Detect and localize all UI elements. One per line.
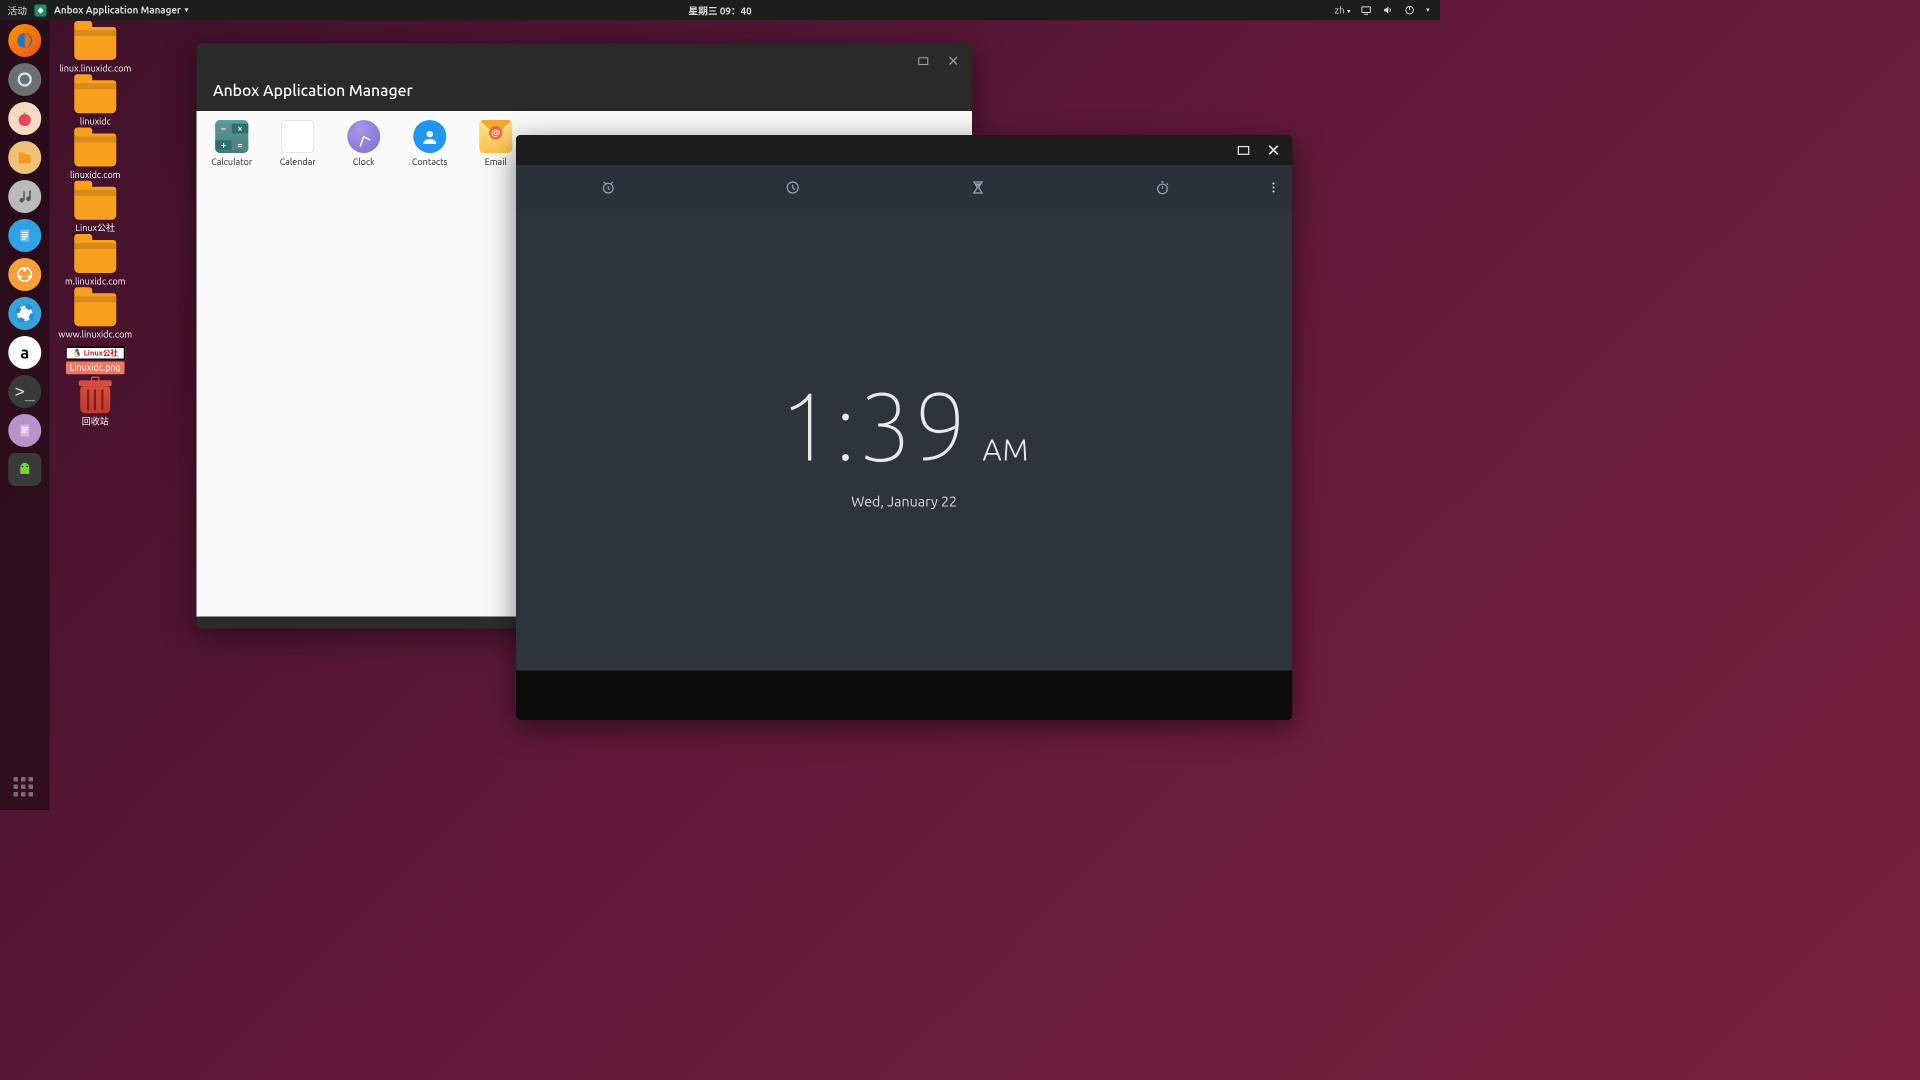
folder-icon [74, 187, 116, 220]
clock-body: 1:39 AM Wed, January 22 [516, 210, 1292, 671]
anbox-app-email[interactable]: @ Email [471, 120, 521, 167]
dock-amazon[interactable]: a [8, 336, 41, 369]
clock-icon [347, 120, 380, 153]
dock-item[interactable] [8, 102, 41, 135]
contacts-icon [413, 120, 446, 153]
email-icon: @ [479, 120, 512, 153]
folder-icon [74, 80, 116, 113]
dock-item[interactable] [8, 63, 41, 96]
desktop-icon-folder[interactable]: linuxidc [54, 80, 137, 127]
icon-label: Linux公社 [75, 223, 115, 234]
anbox-title: Anbox Application Manager [213, 78, 956, 99]
desktop-icon-folder[interactable]: Linux公社 [54, 187, 137, 234]
icon-label: m.linuxidc.com [65, 276, 125, 287]
tab-alarm[interactable] [516, 165, 701, 210]
input-method-indicator[interactable]: zh ▾ [1335, 5, 1351, 16]
dock-gedit[interactable] [8, 414, 41, 447]
activities-button[interactable]: 活动 [8, 3, 28, 17]
maximize-icon[interactable] [917, 54, 931, 68]
trash-icon [80, 380, 110, 413]
dock-software[interactable] [8, 258, 41, 291]
chevron-down-icon: ▾ [1347, 7, 1350, 15]
tab-timer[interactable] [885, 165, 1070, 210]
dock-rhythmbox[interactable] [8, 180, 41, 213]
date-display: Wed, January 22 [851, 492, 957, 509]
dock-anbox[interactable] [8, 453, 41, 486]
icon-label: linuxidc [80, 116, 111, 127]
time-ampm: AM [983, 432, 1030, 466]
app-menu-label: Anbox Application Manager [54, 5, 181, 16]
anbox-titlebar [197, 44, 973, 79]
desktop-icon-folder[interactable]: linuxidc.com [54, 134, 137, 181]
clock-tabs [516, 165, 1292, 210]
time-display: 1:39 AM [779, 372, 1029, 479]
android-nav-bar [516, 671, 1292, 721]
chevron-down-icon[interactable]: ▾ [1426, 6, 1429, 14]
close-icon[interactable] [947, 54, 961, 68]
clock-window: 1:39 AM Wed, January 22 [516, 135, 1292, 720]
icon-label: linux.linuxidc.com [59, 63, 131, 74]
clock-label[interactable]: 星期三 09：40 [688, 3, 751, 17]
time-value: 1:39 [779, 372, 969, 479]
maximize-icon[interactable] [1237, 143, 1251, 157]
app-menu[interactable]: Anbox Application Manager ▾ [54, 5, 188, 16]
gnome-top-bar: 活动 Anbox Application Manager ▾ 星期三 09：40… [0, 0, 1440, 20]
calculator-icon: −×+= [215, 120, 248, 153]
folder-icon [74, 293, 116, 326]
desktop-icons: linux.linuxidc.com linuxidc linuxidc.com Li… [54, 27, 137, 428]
dock-firefox[interactable] [8, 24, 41, 57]
show-applications-button[interactable] [12, 776, 35, 799]
screen-icon[interactable] [1361, 5, 1372, 16]
tab-stopwatch[interactable] [1070, 165, 1255, 210]
clock-titlebar [516, 135, 1292, 165]
anbox-app-calendar[interactable]: Calendar [273, 120, 323, 167]
close-icon[interactable] [1267, 143, 1281, 157]
desktop-icon-folder[interactable]: www.linuxidc.com [54, 293, 137, 340]
folder-icon [74, 240, 116, 273]
dock-help[interactable] [8, 297, 41, 330]
dock-files[interactable] [8, 141, 41, 174]
anbox-app-calculator[interactable]: −×+= Calculator [207, 120, 257, 167]
anbox-app-contacts[interactable]: Contacts [405, 120, 455, 167]
desktop-icon-folder[interactable]: m.linuxidc.com [54, 240, 137, 287]
ubuntu-dock: a >_ [0, 20, 50, 810]
icon-label: www.linuxidc.com [58, 329, 132, 340]
more-options-icon[interactable] [1255, 165, 1293, 210]
app-label: Calendar [280, 158, 316, 168]
app-label: Calculator [211, 158, 252, 168]
folder-icon [74, 27, 116, 60]
anbox-app-icon [35, 4, 47, 16]
dock-libreoffice[interactable] [8, 219, 41, 252]
folder-icon [74, 134, 116, 167]
desktop-icon-trash[interactable]: 回收站 [54, 380, 137, 427]
image-thumbnail: 🐧 Linux公社 [65, 347, 125, 361]
icon-label: linuxidc.com [70, 170, 120, 181]
anbox-header: Anbox Application Manager [197, 78, 973, 111]
app-label: Clock [353, 158, 375, 168]
desktop-icon-image[interactable]: 🐧 Linux公社Linuxidc.png [54, 347, 137, 375]
tab-clock[interactable] [701, 165, 886, 210]
app-label: Email [485, 158, 507, 168]
icon-label: Linuxidc.png [66, 362, 125, 375]
icon-label: 回收站 [82, 416, 109, 427]
calendar-icon [281, 120, 314, 153]
app-label: Contacts [412, 158, 448, 168]
desktop-icon-folder[interactable]: linux.linuxidc.com [54, 27, 137, 74]
volume-icon[interactable] [1383, 5, 1394, 16]
chevron-down-icon: ▾ [185, 6, 188, 14]
power-icon[interactable] [1404, 5, 1415, 16]
dock-terminal[interactable]: >_ [8, 375, 41, 408]
anbox-app-clock[interactable]: Clock [339, 120, 389, 167]
